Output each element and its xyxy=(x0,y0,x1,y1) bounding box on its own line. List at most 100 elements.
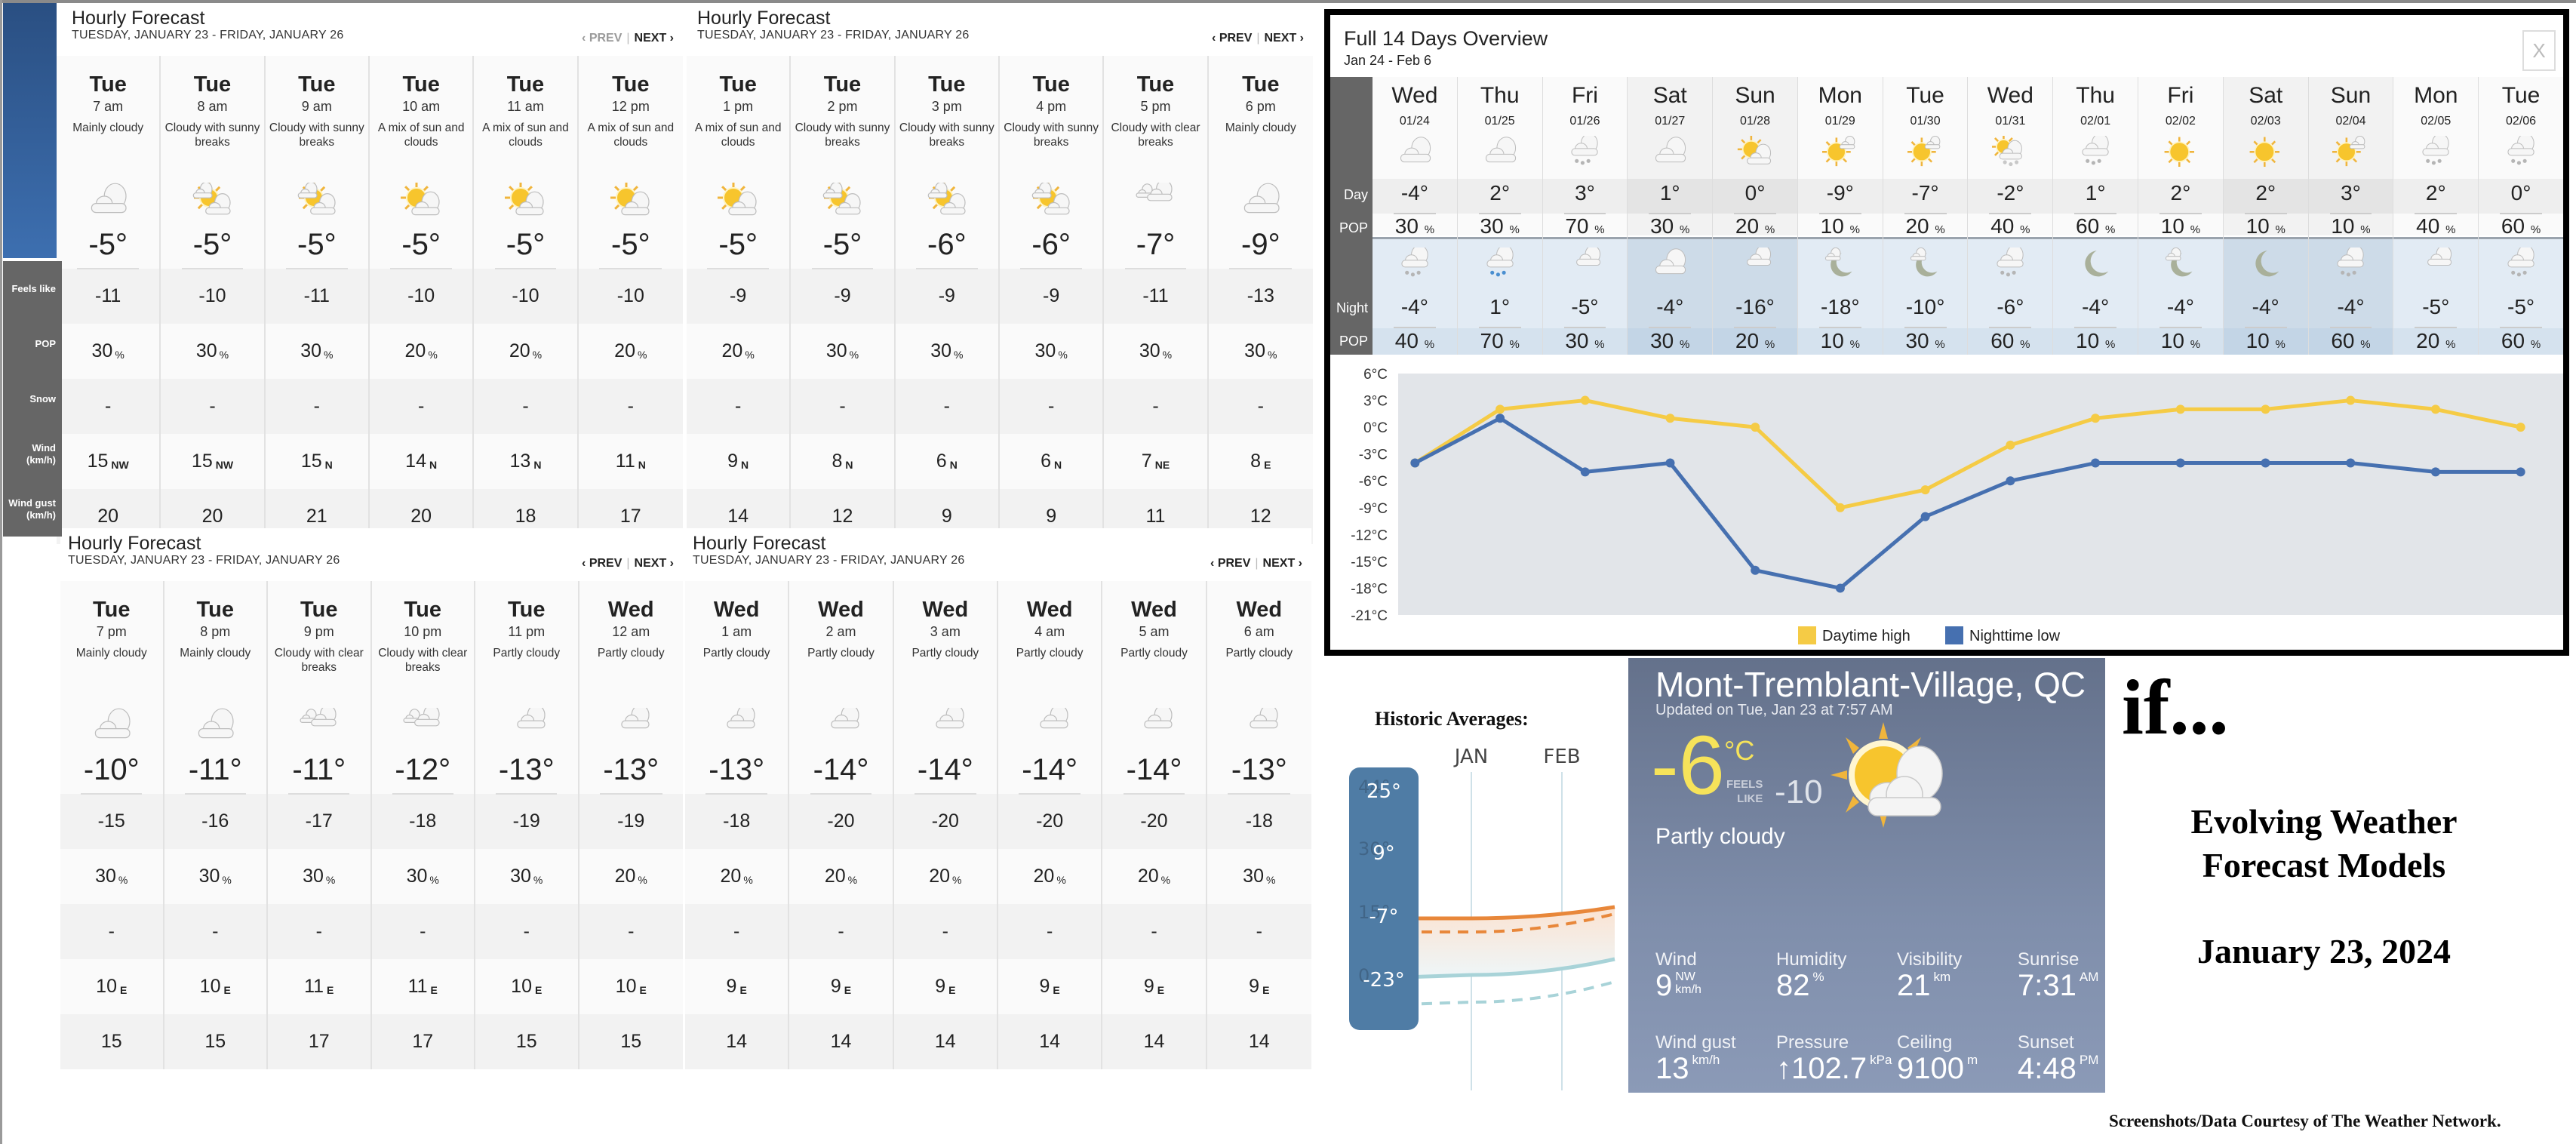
snow-value: - xyxy=(733,921,740,942)
percent-unit: % xyxy=(2445,223,2456,236)
day-date: 02/03 xyxy=(2250,115,2281,128)
hour-day: Tue xyxy=(823,72,862,97)
wind-gust-value: 18 xyxy=(515,506,536,527)
hour-temperature: -5° xyxy=(506,228,546,261)
wind-gust-cell: 15 xyxy=(475,1014,578,1069)
hour-time: 6 pm xyxy=(1245,99,1276,114)
hour-column: Tue 10 am A mix of sun and clouds -5° -1… xyxy=(369,56,475,544)
snow-cell: - xyxy=(1208,379,1313,434)
percent-unit: % xyxy=(1424,338,1435,351)
wind-gust-value: 20 xyxy=(201,506,223,527)
overview-day-column: Thu 02/01 1° 60 % -4° 10 % xyxy=(2053,77,2139,355)
snow-value: - xyxy=(1256,921,1262,942)
divider xyxy=(707,268,770,269)
cloudy-icon xyxy=(87,183,129,219)
night-temperature: -10° xyxy=(1905,295,1945,318)
pop-value: 20 xyxy=(824,866,846,887)
pop-value: 30 xyxy=(406,866,428,887)
y-tick-label: -7° xyxy=(1369,906,1399,928)
prev-button[interactable]: ‹ PREV xyxy=(582,557,622,570)
hour-column: Tue 10 pm Cloudy with clear breaks -12° … xyxy=(371,581,475,1069)
feels-like-value: -13 xyxy=(1247,285,1274,306)
hour-temperature: -5° xyxy=(718,228,758,261)
hour-column: Wed 5 am Partly cloudy -14° -20 20% - 9E… xyxy=(1102,581,1207,1069)
prev-button[interactable]: ‹ PREV xyxy=(1212,32,1252,45)
wind-direction: N xyxy=(638,458,646,471)
night-temperature: -4° xyxy=(2082,295,2110,318)
next-button[interactable]: NEXT › xyxy=(1265,32,1304,45)
feels-like-value: -20 xyxy=(1036,810,1064,832)
wind-cell: 15 NW xyxy=(161,434,264,489)
close-button[interactable]: X xyxy=(2522,30,2556,71)
snow-cell: - xyxy=(893,904,997,959)
divider xyxy=(496,793,558,795)
hour-column: Tue 2 pm Cloudy with sunny breaks -5° -9… xyxy=(791,56,896,544)
hour-time: 2 pm xyxy=(827,99,858,114)
data-point xyxy=(2091,458,2101,468)
moon-cloud-icon xyxy=(2418,244,2454,282)
data-point xyxy=(2516,467,2525,477)
hour-condition: Partly cloudy xyxy=(1120,647,1188,660)
night-temperature: -5° xyxy=(2422,295,2450,318)
wind-gust-value: 20 xyxy=(97,506,119,527)
hour-column: Tue 12 pm A mix of sun and clouds -5° -1… xyxy=(578,56,683,544)
hour-column: Tue 11 am A mix of sun and clouds -5° -1… xyxy=(474,56,579,544)
prev-button[interactable]: ‹ PREV xyxy=(1210,557,1250,570)
hour-summary: Wed 1 am Partly cloudy -13° xyxy=(685,581,788,795)
divider xyxy=(1228,793,1291,795)
hour-column: Tue 8 pm Mainly cloudy -11° -16 30% - 10… xyxy=(164,581,268,1069)
next-button[interactable]: NEXT › xyxy=(1263,557,1302,570)
sun-cloud-breaks-icon xyxy=(1030,181,1072,219)
hour-day: Tue xyxy=(928,72,966,97)
hour-time: 7 pm xyxy=(96,624,127,639)
percent-unit: % xyxy=(325,873,336,886)
snow-cloud-icon xyxy=(1397,244,1433,282)
next-button[interactable]: NEXT › xyxy=(635,32,674,45)
wind-direction: N xyxy=(324,458,333,471)
pop-cell: 30% xyxy=(475,849,578,904)
percent-unit: % xyxy=(222,873,232,886)
pop-value: 20 xyxy=(614,340,635,361)
y-tick-label: 25° xyxy=(1366,780,1401,803)
next-button[interactable]: NEXT › xyxy=(635,557,674,570)
wind-cell: 15 NW xyxy=(57,434,160,489)
updated-timestamp: Updated on Tue, Jan 23 at 7:57 AM xyxy=(1655,702,1893,718)
snow-value: - xyxy=(838,921,844,942)
panel-date-range: TUESDAY, JANUARY 23 - FRIDAY, JANUARY 26 xyxy=(68,554,340,567)
cloudy-icon xyxy=(1652,136,1688,171)
day-pop-value: 60 xyxy=(2076,214,2100,238)
prev-button[interactable]: ‹ PREV xyxy=(582,32,622,45)
headline-line2: Forecast Models xyxy=(2202,846,2446,884)
stat-value-wrap: ↑102.7 kPa xyxy=(1776,1053,1892,1084)
wind-direction: NW xyxy=(111,458,129,471)
hour-temperature: -13° xyxy=(603,753,659,786)
night-pop-value: 20 xyxy=(1735,329,1760,352)
hour-summary: Tue 9 pm Cloudy with clear breaks -11° xyxy=(268,581,370,795)
snow-value: - xyxy=(522,395,529,417)
percent-unit: % xyxy=(2275,338,2286,351)
wind-speed: 6 xyxy=(936,451,947,472)
percent-unit: % xyxy=(1056,873,1066,886)
wind-direction: E xyxy=(1053,983,1060,996)
sun-cloud-icon xyxy=(504,182,546,219)
overview-day-column: Mon 02/05 2° 40 % -5° 20 % xyxy=(2393,77,2479,355)
hour-temperature: -5° xyxy=(192,228,232,261)
night-pop-value: 30 xyxy=(1650,329,1674,352)
divider xyxy=(915,268,978,269)
feels-like-cell: -20 xyxy=(789,794,893,849)
pager-separator: | xyxy=(1255,557,1259,570)
moon-cloud-icon xyxy=(1238,704,1280,745)
night-pop: 40 % xyxy=(1373,329,1457,353)
wind-direction: E xyxy=(1262,983,1270,996)
day-name: Mon xyxy=(1818,83,1862,108)
stat-value: 7:31 xyxy=(2018,969,2076,1002)
percent-unit: % xyxy=(2020,338,2030,351)
wind-direction: N xyxy=(429,458,438,471)
hour-column: Tue 7 am Mainly cloudy -5° -11 30% - 15 N… xyxy=(57,56,161,544)
percent-unit: % xyxy=(2020,223,2030,236)
stat-wind-gust: Wind gust 13 km/h xyxy=(1655,1032,1769,1084)
month-label: JAN xyxy=(1453,746,1488,768)
location-name: Mont-Tremblant-Village, QC xyxy=(1655,665,2086,704)
feels-like-value: -10 xyxy=(1775,773,1823,810)
wind-direction: N xyxy=(845,458,853,471)
